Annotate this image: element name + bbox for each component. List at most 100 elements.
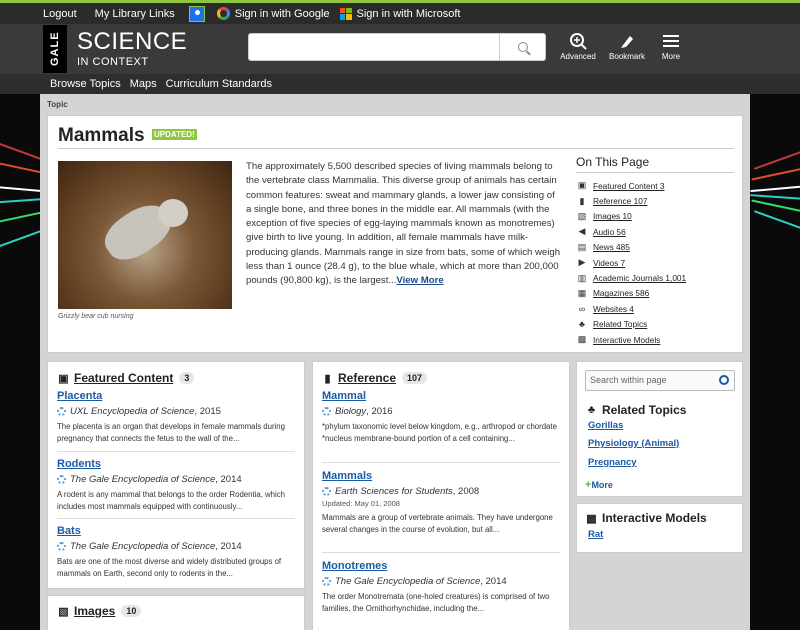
otp-academic-journals[interactable]: ▥ Academic Journals 1,001 — [577, 270, 737, 285]
reference-entry: Mammals Earth Sciences for Students, 200… — [322, 470, 558, 536]
search-icon[interactable] — [719, 375, 729, 385]
entry-description: Mammals are a group of vertebrate animal… — [322, 513, 553, 534]
topic-summary: The approximately 5,500 described specie… — [246, 160, 562, 289]
loading-icon — [57, 475, 66, 484]
entry-source: Biology, 2016 — [322, 406, 558, 417]
entry-description: A rodent is any mammal that belongs to t… — [57, 490, 285, 511]
microsoft-signin-link[interactable]: Sign in with Microsoft — [339, 7, 460, 20]
images-heading[interactable]: ▧ Images 10 — [58, 604, 142, 618]
model-icon: ▩ — [586, 512, 597, 525]
gale-logo[interactable]: GALE — [43, 25, 67, 73]
brand-title[interactable]: SCIENCE — [77, 28, 187, 56]
more-related-button[interactable]: +More — [585, 479, 613, 491]
nav-browse-topics[interactable]: Browse Topics — [50, 78, 121, 90]
otp-news[interactable]: ▤ News 485 — [577, 240, 737, 255]
secondary-nav: Browse Topics Maps Curriculum Standards — [0, 74, 800, 94]
bookmark-icon — [605, 30, 649, 52]
view-more-link[interactable]: View More — [396, 275, 443, 286]
entry-description: The placenta is an organ that develops i… — [57, 422, 285, 443]
featured-entry-title[interactable]: Bats — [57, 525, 293, 537]
featured-entry: Placenta UXL Encyclopedia of Science, 20… — [57, 390, 293, 445]
bookmark-button[interactable]: Bookmark — [605, 30, 649, 61]
loading-icon — [57, 542, 66, 551]
entry-updated-date: Updated: May 01, 2008 — [322, 499, 400, 508]
decorative-background-right — [750, 94, 800, 630]
entry-source: The Gale Encyclopedia of Science, 2014 — [57, 541, 293, 552]
featured-entry: Rodents The Gale Encyclopedia of Science… — [57, 458, 293, 513]
hamburger-icon — [663, 35, 679, 47]
reference-entry-title[interactable]: Mammal — [322, 390, 558, 402]
otp-websites[interactable]: ∞ Websites 4 — [577, 301, 737, 316]
advanced-search-button[interactable]: Advanced — [556, 30, 600, 61]
related-topics-heading: ♣ Related Topics — [587, 403, 687, 417]
updated-badge: UPDATED! — [152, 129, 197, 140]
related-topic-link[interactable]: Physiology (Animal) — [588, 438, 679, 449]
image-caption: Grizzly bear cub nursing — [58, 313, 134, 320]
news-icon: ▤ — [577, 241, 587, 252]
site-header: GALE SCIENCE IN CONTEXT Advanced Bookmar… — [0, 24, 800, 74]
search-input[interactable] — [255, 38, 495, 56]
more-menu-button[interactable]: More — [649, 30, 693, 61]
my-library-links-link[interactable]: My Library Links — [95, 8, 175, 20]
logout-link[interactable]: Logout — [43, 8, 77, 20]
bookmark-label: Bookmark — [608, 52, 645, 61]
related-topic-link[interactable]: Gorillas — [588, 420, 623, 431]
breadcrumb: Topic — [47, 100, 68, 109]
brand-subtitle: IN CONTEXT — [77, 56, 149, 68]
entry-source: Earth Sciences for Students, 2008 — [322, 486, 558, 497]
more-label: More — [661, 52, 681, 61]
loading-icon — [322, 407, 331, 416]
otp-videos[interactable]: ▶ Videos 7 — [577, 255, 737, 270]
reference-entry-title[interactable]: Mammals — [322, 470, 558, 482]
otp-reference[interactable]: ▮ Reference 107 — [577, 193, 737, 208]
loading-icon — [322, 487, 331, 496]
on-this-page-title: On This Page — [576, 155, 650, 169]
on-this-page-list: ▣ Featured Content 3 ▮ Reference 107 ▧ Imag… — [577, 178, 737, 347]
search-button[interactable] — [499, 34, 545, 60]
entry-description: Bats are one of the most diverse and wid… — [57, 557, 282, 578]
featured-icon: ▣ — [577, 180, 587, 191]
otp-featured-content[interactable]: ▣ Featured Content 3 — [577, 178, 737, 193]
google-icon — [216, 7, 230, 20]
related-topic-link[interactable]: Pregnancy — [588, 457, 637, 468]
otp-interactive-models[interactable]: ▩ Interactive Models — [577, 332, 737, 347]
otp-magazines[interactable]: ▦ Magazines 586 — [577, 286, 737, 301]
link-icon: ∞ — [578, 303, 586, 314]
featured-entry-title[interactable]: Rodents — [57, 458, 293, 470]
advanced-label: Advanced — [560, 52, 596, 61]
featured-entry: Bats The Gale Encyclopedia of Science, 2… — [57, 525, 293, 580]
interactive-model-link[interactable]: Rat — [588, 529, 603, 540]
otp-related-topics[interactable]: ♣ Related Topics — [577, 317, 737, 332]
on-this-page-divider — [576, 172, 734, 173]
otp-images[interactable]: ▧ Images 10 — [577, 209, 737, 224]
audio-icon: ◀ — [578, 226, 586, 237]
featured-entry-title[interactable]: Placenta — [57, 390, 293, 402]
nav-curriculum-standards[interactable]: Curriculum Standards — [166, 78, 272, 90]
title-divider — [58, 148, 734, 149]
google-signin-label: Sign in with Google — [234, 7, 330, 20]
utility-bar: Logout My Library Links Sign in with Goo… — [0, 0, 800, 24]
entry-source: The Gale Encyclopedia of Science, 2014 — [57, 474, 293, 485]
google-classroom-icon[interactable] — [188, 5, 205, 22]
google-signin-link[interactable]: Sign in with Google — [216, 7, 330, 20]
reference-entry: Monotremes The Gale Encyclopedia of Scie… — [322, 560, 558, 615]
otp-audio[interactable]: ◀ Audio 56 — [577, 224, 737, 239]
reference-entry-title[interactable]: Monotremes — [322, 560, 558, 572]
featured-content-heading[interactable]: ▣ Featured Content 3 — [58, 371, 195, 385]
featured-icon: ▣ — [58, 372, 69, 385]
journal-icon: ▥ — [577, 272, 587, 283]
reference-heading[interactable]: ▮ Reference 107 — [322, 371, 428, 385]
model-icon: ▩ — [577, 334, 587, 345]
nav-maps[interactable]: Maps — [130, 78, 157, 90]
entry-description: *phylum taxonomic level below kingdom, e… — [322, 422, 557, 443]
topic-image[interactable] — [58, 161, 232, 309]
advanced-search-icon — [556, 30, 600, 52]
images-count-badge: 10 — [121, 605, 142, 617]
search-box — [248, 33, 546, 61]
reference-entry: Mammal Biology, 2016 *phylum taxonomic l… — [322, 390, 558, 445]
summary-text: The approximately 5,500 described specie… — [246, 161, 561, 287]
search-within-page[interactable]: Search within page — [585, 370, 735, 391]
book-icon: ▮ — [579, 195, 585, 206]
magazine-icon: ▦ — [577, 287, 587, 298]
reference-count-badge: 107 — [402, 372, 428, 384]
